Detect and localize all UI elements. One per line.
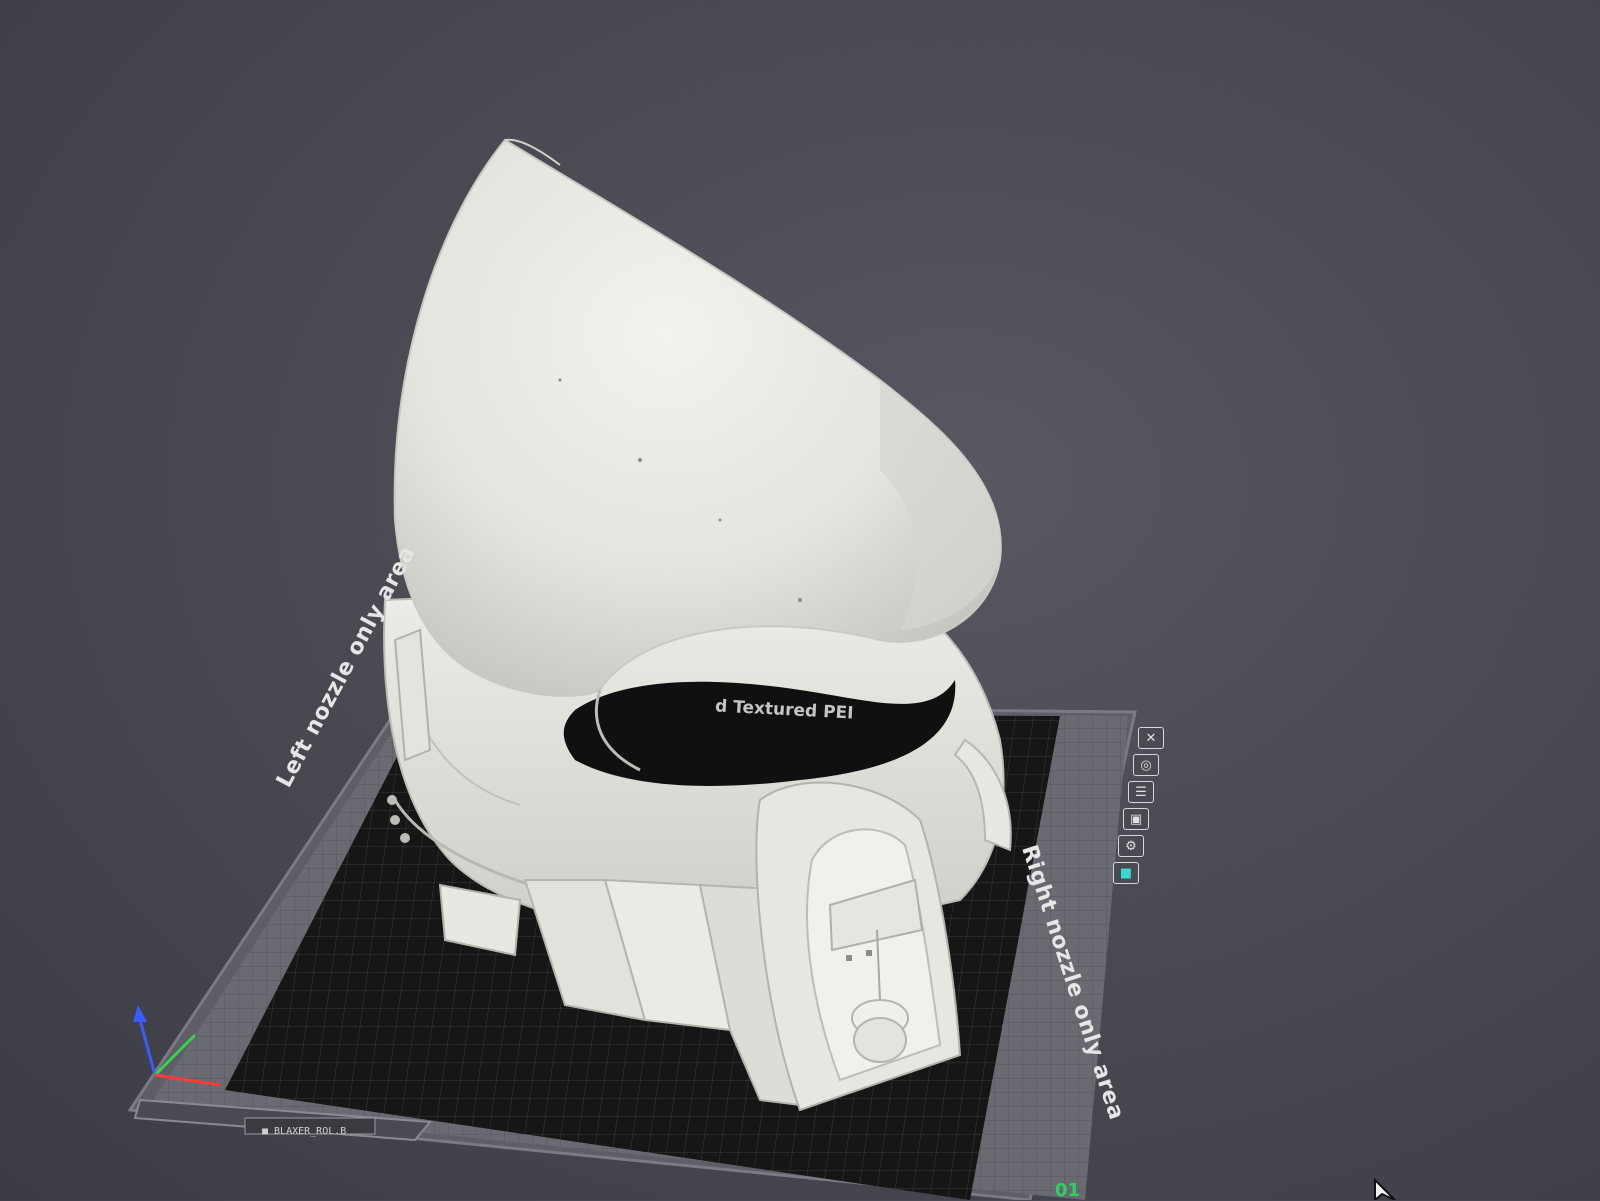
mouse-cursor-icon [1374,1177,1396,1200]
printer-model-tag: ■ BLAXER_ROL.B [262,1126,347,1137]
arrange-button[interactable]: ☰ [1128,781,1154,803]
lock-plate-button[interactable]: ▣ [1123,808,1149,830]
plate-number[interactable]: 01 [1055,1180,1080,1201]
close-icon: ✕ [1145,730,1157,746]
auto-orient-icon: ◎ [1140,757,1152,773]
lock-icon: ▣ [1129,811,1143,827]
close-plate-button[interactable]: ✕ [1138,727,1164,749]
gear-icon: ⚙ [1125,838,1137,854]
plate-settings-button[interactable]: ⚙ [1118,835,1144,857]
arrange-icon: ☰ [1135,784,1147,800]
filament-color-icon: ■ [1119,865,1133,881]
scene-canvas [127,138,1396,1200]
auto-orient-button[interactable]: ◎ [1133,754,1159,776]
3d-viewport[interactable]: d Textured PEI Left nozzle only area Rig… [0,0,1600,1201]
filament-color-button[interactable]: ■ [1113,862,1139,884]
